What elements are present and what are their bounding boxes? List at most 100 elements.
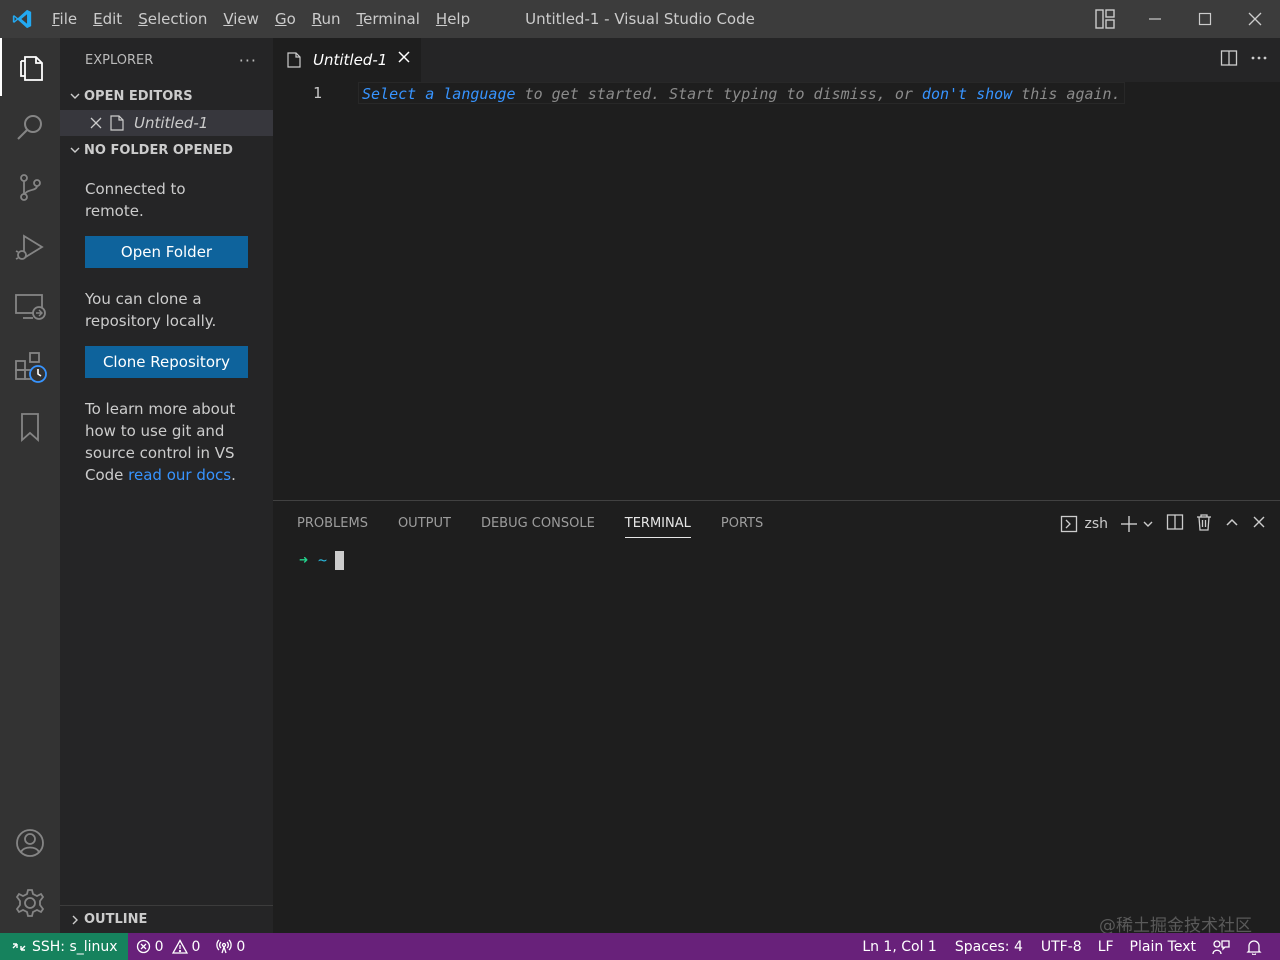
explorer-sidebar: EXPLORER ··· OPEN EDITORS Untitled-1 NO … — [60, 38, 273, 933]
error-icon — [136, 939, 150, 954]
cursor-position[interactable]: Ln 1, Col 1 — [854, 933, 945, 960]
accounts-icon[interactable] — [0, 814, 60, 872]
run-debug-icon[interactable] — [0, 218, 60, 276]
ports-count: 0 — [236, 938, 246, 955]
ports-indicator[interactable]: 0 — [208, 933, 253, 960]
tab-problems[interactable]: PROBLEMS — [297, 501, 368, 547]
menu-bar: File Edit Selection View Go Run Terminal… — [44, 0, 478, 38]
error-count: 0 — [154, 938, 164, 955]
menu-terminal[interactable]: Terminal — [349, 0, 428, 38]
language-mode[interactable]: Plain Text — [1122, 933, 1204, 960]
chevron-down-icon — [66, 90, 84, 102]
settings-gear-icon[interactable] — [0, 874, 60, 932]
file-icon — [287, 52, 313, 68]
close-editor-icon[interactable] — [90, 117, 110, 129]
explorer-header: EXPLORER ··· — [60, 38, 273, 82]
terminal-prompt[interactable]: ➜ ~ — [299, 550, 345, 570]
panel-tabs: PROBLEMS OUTPUT DEBUG CONSOLE TERMINAL P… — [297, 501, 763, 547]
tab-debug-console[interactable]: DEBUG CONSOLE — [481, 501, 595, 547]
tab-output[interactable]: OUTPUT — [398, 501, 451, 547]
search-icon[interactable] — [0, 98, 60, 156]
status-bar: SSH: s_linux 0 0 0 Ln 1, Col 1 Spaces: 4… — [0, 933, 1280, 960]
menu-selection[interactable]: Selection — [130, 0, 215, 38]
status-right: Ln 1, Col 1 Spaces: 4 UTF-8 LF Plain Tex… — [854, 933, 1270, 960]
bookmarks-icon[interactable] — [0, 398, 60, 456]
open-editor-filename: Untitled-1 — [134, 114, 209, 132]
tab-untitled-1[interactable]: Untitled-1 — [273, 38, 421, 82]
close-panel-icon[interactable] — [1252, 515, 1266, 533]
read-docs-link[interactable]: read our docs — [128, 466, 231, 484]
menu-file[interactable]: File — [44, 0, 85, 38]
open-editor-item[interactable]: Untitled-1 — [60, 110, 273, 136]
prompt-arrow: ➜ — [299, 551, 309, 569]
menu-go[interactable]: Go — [267, 0, 304, 38]
menu-help[interactable]: Help — [428, 0, 478, 38]
notifications-bell-icon[interactable] — [1238, 933, 1270, 960]
extensions-icon[interactable] — [0, 338, 60, 396]
more-actions-icon[interactable]: ··· — [239, 51, 257, 70]
plus-icon — [1121, 516, 1137, 532]
activity-bar — [0, 38, 60, 933]
maximize-panel-icon[interactable] — [1224, 514, 1240, 534]
remote-explorer-icon[interactable] — [0, 278, 60, 336]
shell-name: zsh — [1084, 516, 1108, 532]
title-bar: File Edit Selection View Go Run Terminal… — [0, 0, 1280, 38]
source-control-icon[interactable] — [0, 158, 60, 216]
window-controls — [1080, 0, 1280, 38]
warning-icon — [171, 939, 188, 954]
outline-section[interactable]: OUTLINE — [60, 905, 273, 933]
terminal-cursor — [335, 550, 345, 570]
feedback-icon[interactable] — [1204, 933, 1238, 960]
terminal-icon — [1061, 515, 1078, 533]
line-number: 1 — [313, 84, 323, 102]
problems-indicator[interactable]: 0 0 — [128, 933, 209, 960]
editor-tabs: Untitled-1 — [273, 38, 1280, 82]
minimize-icon[interactable] — [1130, 0, 1180, 38]
open-editors-title: OPEN EDITORS — [84, 88, 193, 104]
remote-label: SSH: s_linux — [32, 938, 118, 955]
connected-text: Connected to remote. — [85, 180, 186, 220]
outline-title: OUTLINE — [84, 912, 148, 927]
bottom-panel: PROBLEMS OUTPUT DEBUG CONSOLE TERMINAL P… — [273, 500, 1280, 933]
split-terminal-icon[interactable] — [1166, 513, 1184, 535]
vscode-logo-icon[interactable] — [0, 0, 44, 38]
end-of-line[interactable]: LF — [1090, 933, 1122, 960]
remote-icon — [12, 942, 26, 951]
terminal-shell-selector[interactable]: zsh — [1060, 515, 1108, 533]
clone-text: You can clone a repository locally. — [85, 290, 217, 330]
maximize-icon[interactable] — [1180, 0, 1230, 38]
language-hint: Select a language to get started. Start … — [358, 82, 1125, 104]
menu-view[interactable]: View — [215, 0, 267, 38]
open-folder-button[interactable]: Open Folder — [85, 236, 248, 268]
learn-more-text: To learn more about how to use git and s… — [85, 400, 236, 484]
prompt-directory: ~ — [318, 551, 328, 569]
warning-count: 0 — [191, 938, 201, 955]
encoding[interactable]: UTF-8 — [1033, 933, 1090, 960]
menu-run[interactable]: Run — [304, 0, 349, 38]
close-tab-icon[interactable] — [397, 50, 411, 68]
trash-icon[interactable] — [1196, 513, 1212, 535]
no-folder-section[interactable]: NO FOLDER OPENED — [60, 136, 273, 164]
open-editors-section[interactable]: OPEN EDITORS — [60, 82, 273, 110]
chevron-down-icon — [66, 144, 84, 156]
explorer-icon[interactable] — [0, 38, 60, 96]
tab-terminal[interactable]: TERMINAL — [624, 501, 692, 547]
clone-repository-button[interactable]: Clone Repository — [85, 346, 248, 378]
new-terminal-button[interactable] — [1120, 515, 1154, 533]
split-editor-icon[interactable] — [1220, 49, 1238, 71]
panel-actions: zsh — [1060, 501, 1266, 547]
indentation[interactable]: Spaces: 4 — [945, 933, 1033, 960]
layout-icon[interactable] — [1080, 0, 1130, 38]
chevron-down-icon — [1143, 521, 1153, 527]
broadcast-icon — [216, 939, 233, 954]
editor-actions — [1220, 38, 1268, 82]
menu-edit[interactable]: Edit — [85, 0, 130, 38]
close-window-icon[interactable] — [1230, 0, 1280, 38]
dont-show-link[interactable]: don't show — [922, 85, 1012, 103]
tab-label: Untitled-1 — [313, 51, 388, 69]
remote-indicator[interactable]: SSH: s_linux — [0, 933, 128, 960]
editor-area[interactable]: 1 Select a language to get started. Star… — [273, 82, 1280, 500]
select-language-link[interactable]: Select a language — [362, 85, 516, 103]
tab-ports[interactable]: PORTS — [721, 501, 763, 547]
more-actions-icon[interactable] — [1250, 49, 1268, 71]
